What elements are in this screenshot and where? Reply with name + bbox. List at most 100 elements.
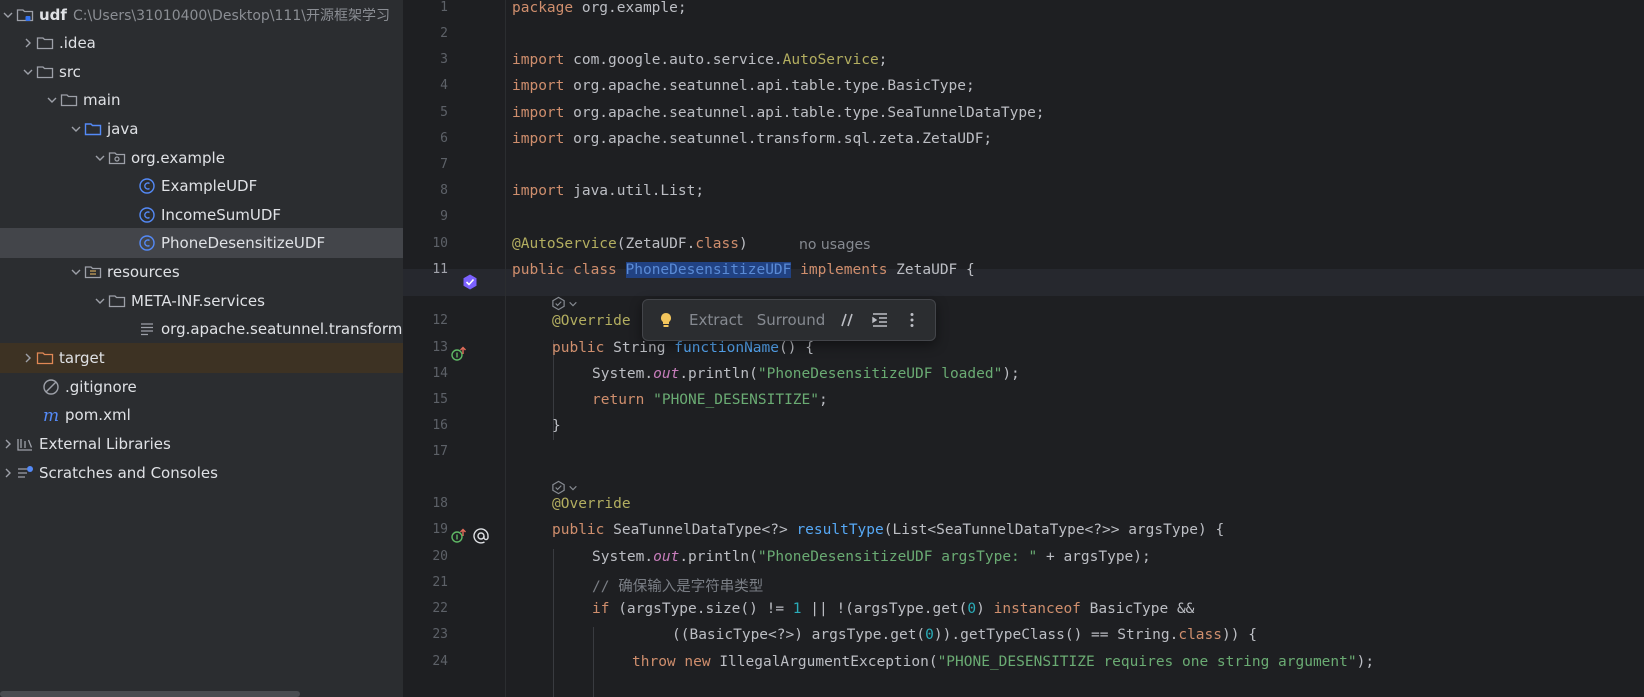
chevron-down-icon[interactable]	[92, 293, 108, 309]
line-number: 2	[440, 26, 448, 41]
code-line-4[interactable]: import org.apache.seatunnel.api.table.ty…	[512, 78, 975, 94]
chevron-right-icon[interactable]	[20, 350, 36, 366]
line-number: 15	[432, 392, 448, 407]
chevron-down-icon[interactable]	[92, 150, 108, 166]
code-line-11[interactable]: public class PhoneDesensitizeUDF impleme…	[512, 262, 975, 278]
reformat-button[interactable]	[871, 311, 889, 329]
intention-actions-button[interactable]	[657, 311, 675, 329]
indent-guide	[553, 549, 554, 697]
code-line-20[interactable]: System.out.println("PhoneDesensitizeUDF …	[592, 549, 1151, 565]
code-line-24[interactable]: throw new IllegalArgumentException("PHON…	[632, 654, 1374, 670]
line-number: 16	[432, 418, 448, 433]
selected-class-name: PhoneDesensitizeUDF	[625, 262, 792, 278]
code-line-5[interactable]: import org.apache.seatunnel.api.table.ty…	[512, 105, 1045, 121]
tree-item-java[interactable]: java	[0, 114, 403, 144]
line-number: 5	[440, 105, 448, 120]
chevron-down-icon	[569, 301, 577, 306]
code-line-13[interactable]: public String functionName() {	[552, 340, 814, 356]
service-provider-gutter-icon[interactable]	[459, 271, 481, 293]
lightbulb-icon	[661, 313, 671, 327]
tree-item-gitignore[interactable]: .gitignore	[0, 372, 403, 402]
code-line-16[interactable]: }	[552, 418, 561, 434]
tree-item-label: java	[107, 120, 139, 138]
chevron-down-icon[interactable]	[44, 92, 60, 108]
java-class-icon	[138, 206, 156, 224]
tree-item-label: META-INF.services	[131, 292, 265, 310]
tree-item-exampleudf[interactable]: ExampleUDF	[0, 171, 403, 201]
comment-icon	[841, 313, 853, 327]
tree-item-org-example[interactable]: org.example	[0, 143, 403, 173]
tree-item-label: ExampleUDF	[161, 177, 258, 195]
code-line-19[interactable]: public SeaTunnelDataType<?> resultType(L…	[552, 522, 1224, 538]
gutter-separator	[505, 0, 506, 697]
chevron-down-icon[interactable]	[0, 7, 16, 23]
tree-horizontal-scrollbar[interactable]	[0, 691, 300, 697]
code-lens-implements[interactable]	[551, 480, 578, 495]
tree-item-service-file[interactable]: org.apache.seatunnel.transform.sql.zeta.…	[0, 314, 403, 344]
line-number: 3	[440, 52, 448, 67]
code-line-1[interactable]: package org.example;	[512, 0, 687, 16]
line-number: 7	[440, 157, 448, 172]
tree-item-external-libraries[interactable]: External Libraries	[0, 429, 403, 459]
implements-method-gutter-icon[interactable]	[448, 343, 470, 365]
tree-item-incomesumudf[interactable]: IncomeSumUDF	[0, 200, 403, 230]
code-line-8[interactable]: import java.util.List;	[512, 183, 704, 199]
chevron-down-icon[interactable]	[68, 264, 84, 280]
surround-button[interactable]: Surround	[757, 311, 825, 329]
code-line-22[interactable]: if (argsType.size() != 1 || !(argsType.g…	[592, 601, 1194, 617]
tree-item-phonedesensitizeudf[interactable]: PhoneDesensitizeUDF	[0, 228, 403, 258]
reformat-icon	[872, 313, 888, 327]
excluded-folder-icon	[36, 349, 54, 367]
tree-item-main[interactable]: main	[0, 85, 403, 115]
code-line-12[interactable]: @Override	[552, 313, 631, 329]
extract-button[interactable]: Extract	[689, 311, 743, 329]
code-line-3[interactable]: import com.google.auto.service.AutoServi…	[512, 52, 887, 68]
line-number: 6	[440, 131, 448, 146]
tree-item-udf[interactable]: udf C:\Users\31010400\Desktop\111\开源框架学习	[0, 0, 403, 30]
tree-item-label: resources	[107, 263, 180, 281]
project-path: C:\Users\31010400\Desktop\111\开源框架学习	[72, 8, 390, 24]
line-number: 21	[432, 575, 448, 590]
chevron-right-icon[interactable]	[0, 465, 16, 481]
chevron-down-icon[interactable]	[68, 121, 84, 137]
code-line-21[interactable]: // 确保输入是字符串类型	[592, 575, 763, 596]
text-file-icon	[138, 320, 156, 338]
line-number: 22	[432, 601, 448, 616]
line-number: 11	[432, 262, 448, 277]
more-actions-button[interactable]	[903, 311, 921, 329]
code-line-10[interactable]: @AutoService(ZetaUDF.class)	[512, 236, 748, 252]
folder-icon	[36, 63, 54, 81]
java-class-icon	[138, 177, 156, 195]
chevron-right-icon[interactable]	[0, 436, 16, 452]
tree-item-src[interactable]: src	[0, 57, 403, 87]
usages-inlay-hint[interactable]: no usages	[799, 237, 870, 253]
tree-item-pom[interactable]: m pom.xml	[0, 400, 403, 430]
chevron-right-icon[interactable]	[20, 35, 36, 51]
code-line-18[interactable]: @Override	[552, 496, 631, 512]
source-folder-icon	[84, 120, 102, 138]
code-line-15[interactable]: return "PHONE_DESENSITIZE";	[592, 392, 828, 408]
code-line-23[interactable]: ((BasicType<?>) argsType.get(0)).getType…	[672, 627, 1257, 643]
line-number: 8	[440, 183, 448, 198]
tree-item-resources[interactable]: resources	[0, 257, 403, 287]
tree-item-label: PhoneDesensitizeUDF	[161, 234, 326, 252]
tree-item-meta-inf-services[interactable]: META-INF.services	[0, 286, 403, 316]
code-line-14[interactable]: System.out.println("PhoneDesensitizeUDF …	[592, 366, 1020, 382]
comment-button[interactable]	[839, 311, 857, 329]
line-number: 17	[432, 444, 448, 459]
line-number: 1	[440, 0, 448, 15]
code-lens-implements[interactable]	[551, 296, 578, 311]
tree-item-scratches[interactable]: Scratches and Consoles	[0, 458, 403, 488]
implementation-icon	[552, 296, 565, 311]
tree-item-idea[interactable]: .idea	[0, 28, 403, 58]
line-number: 4	[440, 78, 448, 93]
line-number: 13	[432, 340, 448, 355]
code-line-6[interactable]: import org.apache.seatunnel.transform.sq…	[512, 131, 992, 147]
resources-folder-icon	[84, 263, 102, 281]
folder-icon	[60, 91, 78, 109]
tree-item-target[interactable]: target	[0, 343, 403, 373]
chevron-down-icon[interactable]	[20, 64, 36, 80]
implements-method-gutter-icon[interactable]	[448, 525, 470, 547]
line-number: 20	[432, 549, 448, 564]
at-sign-gutter-icon[interactable]	[470, 525, 492, 547]
